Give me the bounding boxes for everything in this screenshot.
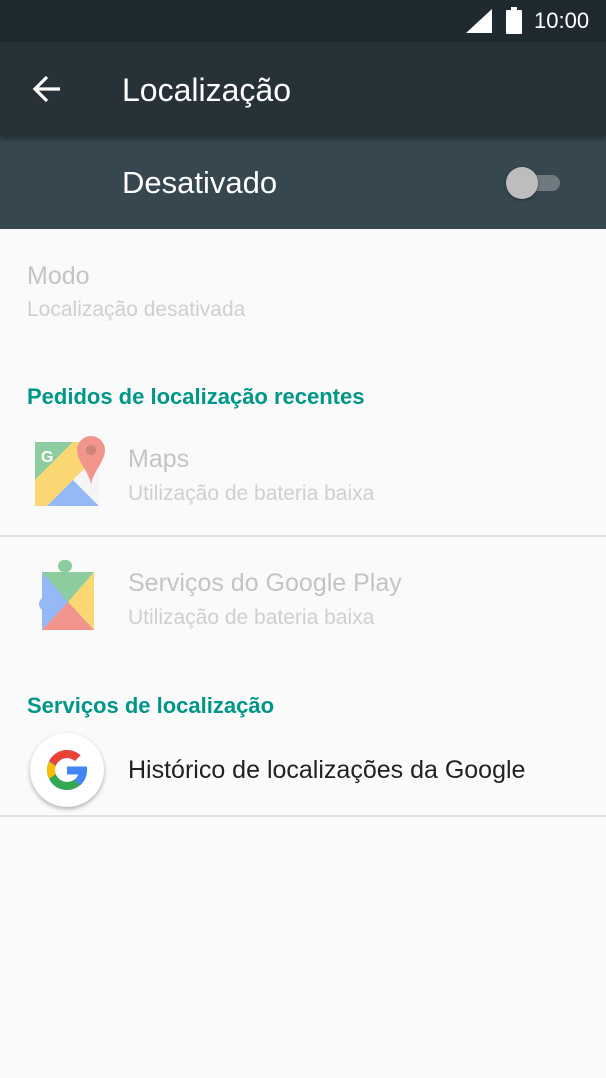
mode-title: Modo — [27, 262, 90, 290]
play-services-summary: Utilização de bateria baixa — [128, 606, 375, 629]
battery-icon — [506, 7, 522, 34]
google-icon — [47, 750, 87, 790]
recent-request-play-services[interactable]: Serviços do Google Play Utilização de ba… — [0, 538, 606, 660]
google-location-history-item[interactable]: Histórico de localizações da Google — [0, 725, 606, 815]
status-bar: 10:00 — [0, 0, 606, 42]
google-badge — [30, 733, 104, 807]
back-arrow-icon[interactable] — [30, 71, 66, 107]
recent-requests-header: Pedidos de localização recentes — [27, 384, 365, 409]
divider — [0, 815, 606, 817]
google-location-history-title: Histórico de localizações da Google — [128, 756, 526, 784]
mode-preference[interactable]: Modo Localização desativada — [0, 229, 606, 359]
maps-summary: Utilização de bateria baixa — [128, 482, 375, 505]
toggle-thumb — [506, 167, 538, 199]
signal-icon — [466, 9, 492, 33]
recent-request-maps[interactable]: G Maps Utilização de bateria baixa — [0, 414, 606, 536]
location-services-header: Serviços de localização — [27, 693, 275, 718]
maps-title: Maps — [128, 445, 190, 473]
status-time: 10:00 — [534, 8, 590, 33]
location-toggle[interactable] — [506, 165, 562, 201]
play-services-icon — [39, 560, 94, 630]
app-bar: Localização — [0, 42, 606, 136]
maps-icon: G — [35, 436, 105, 506]
svg-text:G: G — [41, 449, 53, 466]
master-switch-label: Desativado — [122, 165, 278, 200]
divider — [0, 535, 606, 537]
page-title: Localização — [122, 72, 291, 108]
play-services-title: Serviços do Google Play — [128, 569, 402, 597]
mode-summary: Localização desativada — [27, 298, 246, 321]
